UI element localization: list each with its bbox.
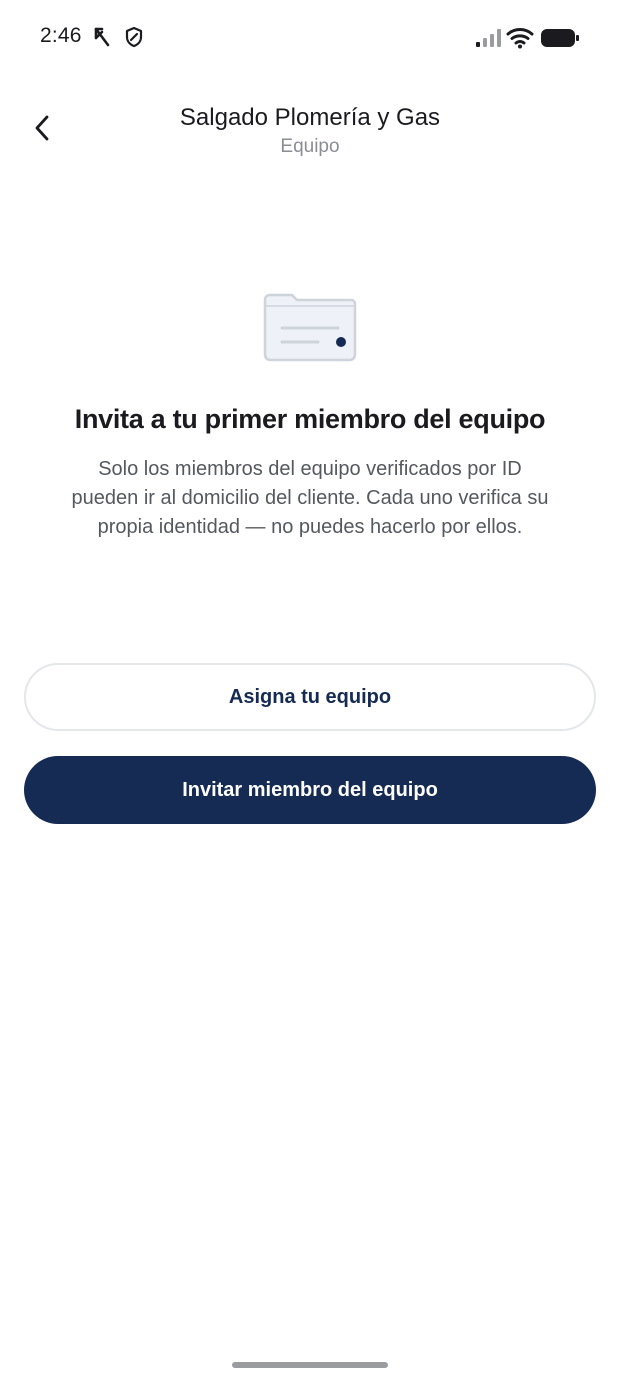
status-time: 2:46 bbox=[40, 24, 82, 47]
status-bar: 2:46 bbox=[0, 0, 620, 76]
assign-team-button[interactable]: Asigna tu equipo bbox=[24, 663, 596, 731]
page-title: Salgado Plomería y Gas bbox=[179, 104, 441, 131]
invite-member-button[interactable]: Invitar miembro del equipo bbox=[24, 756, 596, 824]
page-subtitle: Equipo bbox=[280, 136, 340, 157]
battery-icon bbox=[540, 27, 580, 54]
header: Salgado Plomería y Gas Equipo bbox=[0, 96, 620, 176]
folder-card-icon bbox=[262, 292, 358, 364]
home-indicator[interactable] bbox=[232, 1362, 388, 1368]
wifi-icon bbox=[506, 27, 534, 54]
shield-icon bbox=[124, 26, 144, 53]
signal-icon bbox=[475, 28, 501, 53]
empty-state-description: Solo los miembros del equipo verificados… bbox=[71, 458, 549, 538]
empty-state-title: Invita a tu primer miembro del equipo bbox=[74, 404, 546, 434]
k-notification-icon bbox=[92, 26, 112, 53]
